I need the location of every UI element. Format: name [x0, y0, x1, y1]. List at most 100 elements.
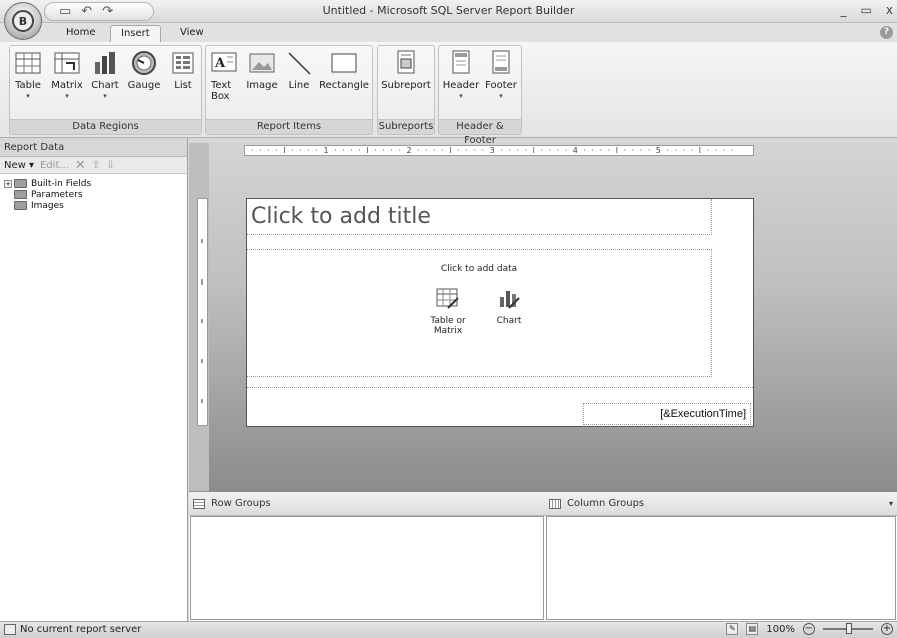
tab-home[interactable]: Home [56, 25, 106, 42]
tree-item-images[interactable]: Images [4, 200, 183, 211]
rectangle-icon [331, 50, 357, 76]
subreport-button[interactable]: Subreport [380, 48, 432, 91]
zoom-controls: ✎ ▤ 100% − + [726, 623, 893, 635]
image-label: Image [246, 80, 278, 91]
group-header-footer: Header ▾ Footer ▾ Header & Footer [438, 45, 522, 146]
report-title-placeholder[interactable]: Click to add title [247, 199, 712, 235]
line-button[interactable]: Line [284, 48, 314, 91]
group-subreports: Subreport Subreports [377, 45, 435, 135]
server-status-text: No current report server [20, 624, 142, 635]
delete-icon[interactable]: ✕ [75, 158, 86, 173]
row-groups-area[interactable] [190, 516, 544, 620]
line-icon [286, 50, 312, 76]
design-view-icon[interactable]: ✎ [726, 623, 739, 635]
table-button[interactable]: Table ▾ [12, 48, 44, 102]
server-icon [4, 624, 16, 635]
ribbon: Table ▾ Matrix ▾ Chart ▾ Gauge List Data… [0, 42, 897, 146]
tree-item-parameters[interactable]: Parameters [4, 189, 183, 200]
image-button[interactable]: Image [244, 48, 280, 91]
text-box-button[interactable]: A Text Box [209, 48, 239, 102]
group-report-items: A Text Box Image Line Rectangle Report I… [205, 45, 373, 135]
row-groups-icon [193, 498, 205, 509]
table-or-matrix-option[interactable]: Table or Matrix [423, 286, 473, 336]
report-data-tree: + Built-in Fields Parameters Images [0, 174, 187, 215]
list-label: List [174, 80, 192, 91]
tree-item-label: Built-in Fields [31, 178, 92, 189]
horizontal-ruler: · · · · l · · · · 1 · · · · l · · · · 2 … [244, 145, 754, 156]
text-box-label: Text Box [211, 80, 232, 102]
design-surface[interactable]: · · · · l · · · · 1 · · · · l · · · · 2 … [189, 143, 897, 491]
zoom-slider[interactable] [823, 623, 873, 634]
gauge-label: Gauge [127, 80, 161, 91]
vertical-ruler [197, 198, 208, 426]
window-controls: _ ▭ x [841, 3, 893, 17]
chart-button[interactable]: Chart ▾ [88, 48, 122, 102]
folder-icon [14, 190, 27, 199]
zoom-slider-thumb[interactable] [846, 623, 852, 634]
chart-wizard-icon [497, 286, 521, 310]
tab-insert[interactable]: Insert [110, 25, 161, 42]
matrix-icon [54, 50, 80, 76]
chart-option[interactable]: Chart [489, 286, 529, 326]
column-groups-title: Column Groups [567, 498, 645, 509]
svg-text:A: A [214, 56, 226, 71]
add-data-region[interactable]: Click to add data Table or Matrix Chart [247, 249, 712, 377]
title-bar: ▭ ↶ ↷ Untitled - Microsoft SQL Server Re… [0, 0, 897, 23]
data-regions-group-label: Data Regions [10, 119, 201, 134]
footer-icon [488, 50, 514, 76]
maximize-button[interactable]: ▭ [861, 3, 872, 17]
page-footer-divider [247, 387, 755, 388]
subreport-icon [393, 50, 419, 76]
header-button[interactable]: Header ▾ [442, 48, 480, 102]
list-icon [170, 50, 196, 76]
column-groups-icon [549, 498, 561, 509]
table-label: Table [15, 80, 41, 91]
header-footer-group-label: Header & Footer [439, 119, 521, 146]
help-icon[interactable]: ? [880, 26, 893, 39]
matrix-button[interactable]: Matrix ▾ [48, 48, 86, 102]
row-groups-header: Row Groups [189, 492, 545, 516]
zoom-out-icon[interactable]: − [803, 623, 815, 635]
table-icon [15, 50, 41, 76]
report-builder-logo-icon: B [12, 10, 34, 32]
move-down-icon[interactable]: ⇩ [106, 160, 114, 171]
move-up-icon[interactable]: ⇧ [92, 160, 100, 171]
expand-icon[interactable]: + [4, 179, 12, 188]
report-data-pane: Report Data New ▾ Edit... ✕ ⇧ ⇩ + Built-… [0, 138, 188, 621]
new-label: New [4, 159, 26, 171]
report-page[interactable]: Click to add title Click to add data Tab… [246, 198, 755, 427]
report-data-toolbar: New ▾ Edit... ✕ ⇧ ⇩ [0, 157, 187, 174]
subreport-label: Subreport [381, 80, 431, 91]
server-status[interactable]: No current report server [4, 624, 141, 635]
new-menu-button[interactable]: New ▾ [4, 160, 34, 171]
chevron-down-icon[interactable]: ▾ [889, 499, 893, 508]
column-groups-area[interactable] [546, 516, 896, 620]
subreports-group-label: Subreports [378, 119, 434, 134]
execution-time-textbox[interactable]: [&ExecutionTime] [583, 403, 751, 425]
gauge-icon [131, 50, 157, 76]
rectangle-button[interactable]: Rectangle [317, 48, 371, 91]
rectangle-label: Rectangle [319, 80, 369, 91]
application-button[interactable]: B [4, 2, 42, 40]
table-or-matrix-label: Table or Matrix [430, 316, 466, 336]
minimize-button[interactable]: _ [841, 3, 847, 17]
close-button[interactable]: x [886, 3, 893, 17]
status-bar: No current report server ✎ ▤ 100% − + [0, 621, 897, 638]
list-button[interactable]: List [167, 48, 199, 91]
zoom-in-icon[interactable]: + [881, 623, 893, 635]
tree-item-label: Images [31, 200, 64, 211]
tab-view[interactable]: View [170, 25, 214, 42]
text-box-icon: A [211, 50, 237, 76]
line-label: Line [288, 80, 310, 91]
chart-icon [92, 50, 118, 76]
zoom-level: 100% [766, 623, 795, 635]
edit-button[interactable]: Edit... [40, 160, 69, 171]
preview-view-icon[interactable]: ▤ [746, 623, 759, 635]
tree-item-built-in-fields[interactable]: + Built-in Fields [4, 178, 183, 189]
report-data-title: Report Data [0, 138, 187, 157]
tree-item-label: Parameters [31, 189, 83, 200]
matrix-label: Matrix [51, 80, 83, 91]
footer-button[interactable]: Footer ▾ [482, 48, 520, 102]
chart-label: Chart [91, 80, 119, 91]
gauge-button[interactable]: Gauge [125, 48, 163, 91]
